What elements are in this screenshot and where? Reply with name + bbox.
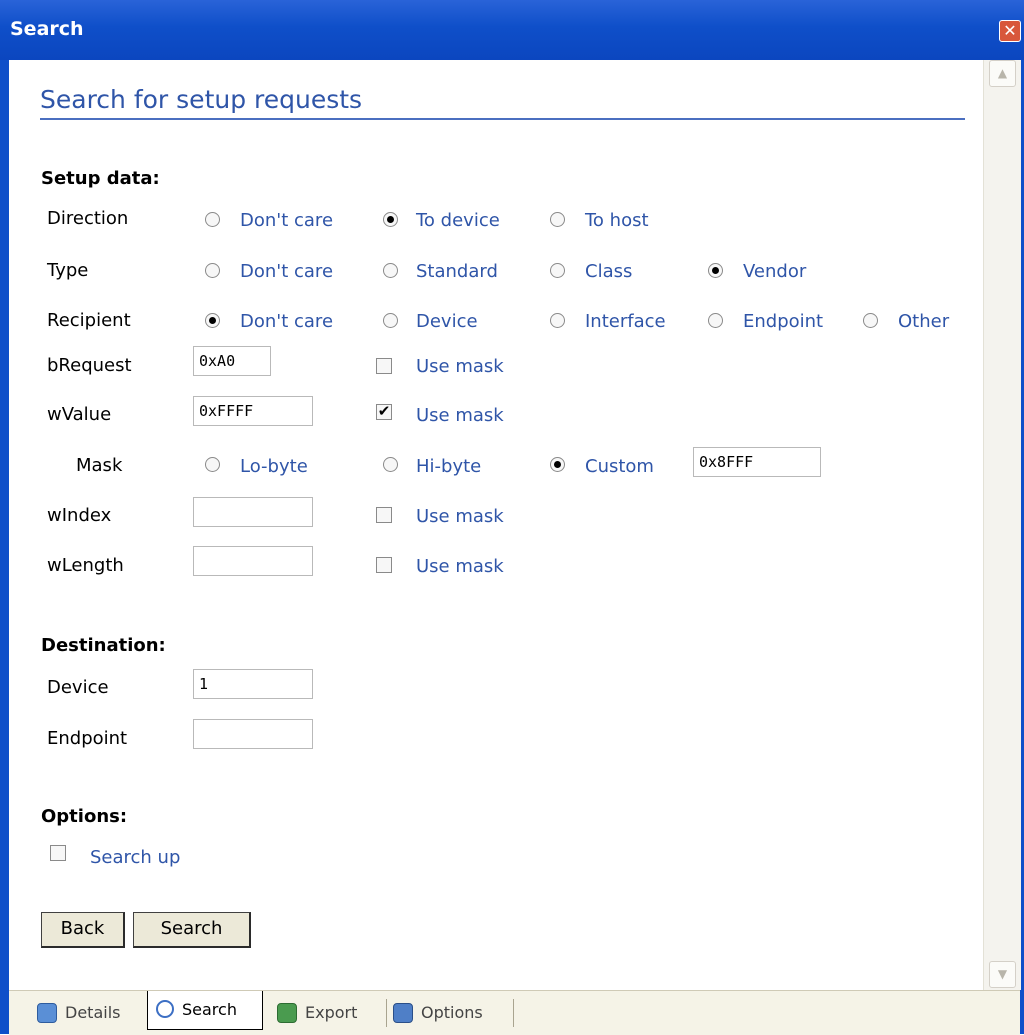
vertical-scrollbar[interactable]: ▲ ▼ bbox=[983, 60, 1021, 990]
windex-label: wIndex bbox=[47, 505, 112, 526]
direction-dont-care-radio[interactable] bbox=[205, 212, 220, 227]
tab-export[interactable]: Export bbox=[277, 997, 385, 1029]
window-frame-left bbox=[0, 60, 9, 1034]
device-input[interactable]: 1 bbox=[193, 669, 313, 699]
tab-details[interactable]: Details bbox=[37, 997, 147, 1029]
options-heading: Options: bbox=[41, 806, 128, 827]
mask-hi-byte-label[interactable]: Hi-byte bbox=[416, 456, 481, 477]
tab-search-label: Search bbox=[182, 1000, 237, 1019]
wvalue-use-mask-label[interactable]: Use mask bbox=[416, 405, 504, 426]
direction-to-host-radio[interactable] bbox=[550, 212, 565, 227]
recipient-endpoint-radio[interactable] bbox=[708, 313, 723, 328]
recipient-other-label[interactable]: Other bbox=[898, 311, 949, 332]
search-icon bbox=[156, 1000, 174, 1018]
type-vendor-radio[interactable] bbox=[708, 263, 723, 278]
mask-hi-byte-radio[interactable] bbox=[383, 457, 398, 472]
recipient-endpoint-label[interactable]: Endpoint bbox=[743, 311, 823, 332]
recipient-dont-care-radio[interactable] bbox=[205, 313, 220, 328]
brequest-use-mask-label[interactable]: Use mask bbox=[416, 356, 504, 377]
endpoint-input[interactable] bbox=[193, 719, 313, 749]
brequest-input[interactable]: 0xA0 bbox=[193, 346, 271, 376]
tab-options-label: Options bbox=[421, 1003, 483, 1022]
setup-data-heading: Setup data: bbox=[41, 168, 160, 189]
scroll-down-icon[interactable]: ▼ bbox=[989, 961, 1016, 988]
details-icon bbox=[37, 1003, 57, 1023]
title-bar: Search ✕ bbox=[0, 0, 1024, 60]
tab-search[interactable]: Search bbox=[147, 991, 263, 1030]
type-vendor-label[interactable]: Vendor bbox=[743, 261, 806, 282]
mask-custom-label[interactable]: Custom bbox=[585, 456, 654, 477]
direction-label: Direction bbox=[47, 208, 129, 229]
brequest-label: bRequest bbox=[47, 355, 132, 376]
recipient-label: Recipient bbox=[47, 310, 131, 331]
mask-lo-byte-radio[interactable] bbox=[205, 457, 220, 472]
back-button[interactable]: Back bbox=[41, 912, 125, 948]
brequest-use-mask-checkbox[interactable] bbox=[376, 358, 392, 374]
windex-use-mask-label[interactable]: Use mask bbox=[416, 506, 504, 527]
wlength-use-mask-label[interactable]: Use mask bbox=[416, 556, 504, 577]
tab-details-label: Details bbox=[65, 1003, 121, 1022]
type-dont-care-label[interactable]: Don't care bbox=[240, 261, 333, 282]
mask-lo-byte-label[interactable]: Lo-byte bbox=[240, 456, 308, 477]
close-icon[interactable]: ✕ bbox=[999, 20, 1021, 42]
device-label: Device bbox=[47, 677, 109, 698]
options-icon bbox=[393, 1003, 413, 1023]
windex-use-mask-checkbox[interactable] bbox=[376, 507, 392, 523]
tab-separator bbox=[386, 999, 387, 1027]
wlength-label: wLength bbox=[47, 555, 124, 576]
type-standard-radio[interactable] bbox=[383, 263, 398, 278]
type-dont-care-radio[interactable] bbox=[205, 263, 220, 278]
recipient-device-radio[interactable] bbox=[383, 313, 398, 328]
recipient-dont-care-label[interactable]: Don't care bbox=[240, 311, 333, 332]
wvalue-label: wValue bbox=[47, 404, 112, 425]
direction-to-device-label[interactable]: To device bbox=[416, 210, 500, 231]
destination-heading: Destination: bbox=[41, 635, 166, 656]
mask-label: Mask bbox=[76, 455, 123, 476]
wlength-use-mask-checkbox[interactable] bbox=[376, 557, 392, 573]
type-label: Type bbox=[47, 260, 89, 281]
wlength-input[interactable] bbox=[193, 546, 313, 576]
type-standard-label[interactable]: Standard bbox=[416, 261, 498, 282]
tab-separator bbox=[513, 999, 514, 1027]
windex-input[interactable] bbox=[193, 497, 313, 527]
search-button[interactable]: Search bbox=[133, 912, 251, 948]
type-class-radio[interactable] bbox=[550, 263, 565, 278]
direction-to-device-radio[interactable] bbox=[383, 212, 398, 227]
endpoint-label: Endpoint bbox=[47, 728, 128, 749]
recipient-device-label[interactable]: Device bbox=[416, 311, 478, 332]
recipient-interface-radio[interactable] bbox=[550, 313, 565, 328]
type-class-label[interactable]: Class bbox=[585, 261, 632, 282]
tab-export-label: Export bbox=[305, 1003, 358, 1022]
bottom-tab-bar: Details Search Export Options bbox=[9, 990, 1020, 1035]
mask-custom-input[interactable]: 0x8FFF bbox=[693, 447, 821, 477]
window-title: Search bbox=[10, 18, 84, 40]
wvalue-use-mask-checkbox[interactable]: ✔ bbox=[376, 404, 392, 420]
search-up-label[interactable]: Search up bbox=[90, 847, 180, 868]
wvalue-input[interactable]: 0xFFFF bbox=[193, 396, 313, 426]
mask-custom-radio[interactable] bbox=[550, 457, 565, 472]
page-title: Search for setup requests bbox=[40, 85, 965, 120]
direction-dont-care-label[interactable]: Don't care bbox=[240, 210, 333, 231]
scroll-up-icon[interactable]: ▲ bbox=[989, 60, 1016, 87]
direction-to-host-label[interactable]: To host bbox=[585, 210, 649, 231]
search-up-checkbox[interactable] bbox=[50, 845, 66, 861]
recipient-other-radio[interactable] bbox=[863, 313, 878, 328]
tab-options[interactable]: Options bbox=[393, 997, 511, 1029]
recipient-interface-label[interactable]: Interface bbox=[585, 311, 666, 332]
export-icon bbox=[277, 1003, 297, 1023]
